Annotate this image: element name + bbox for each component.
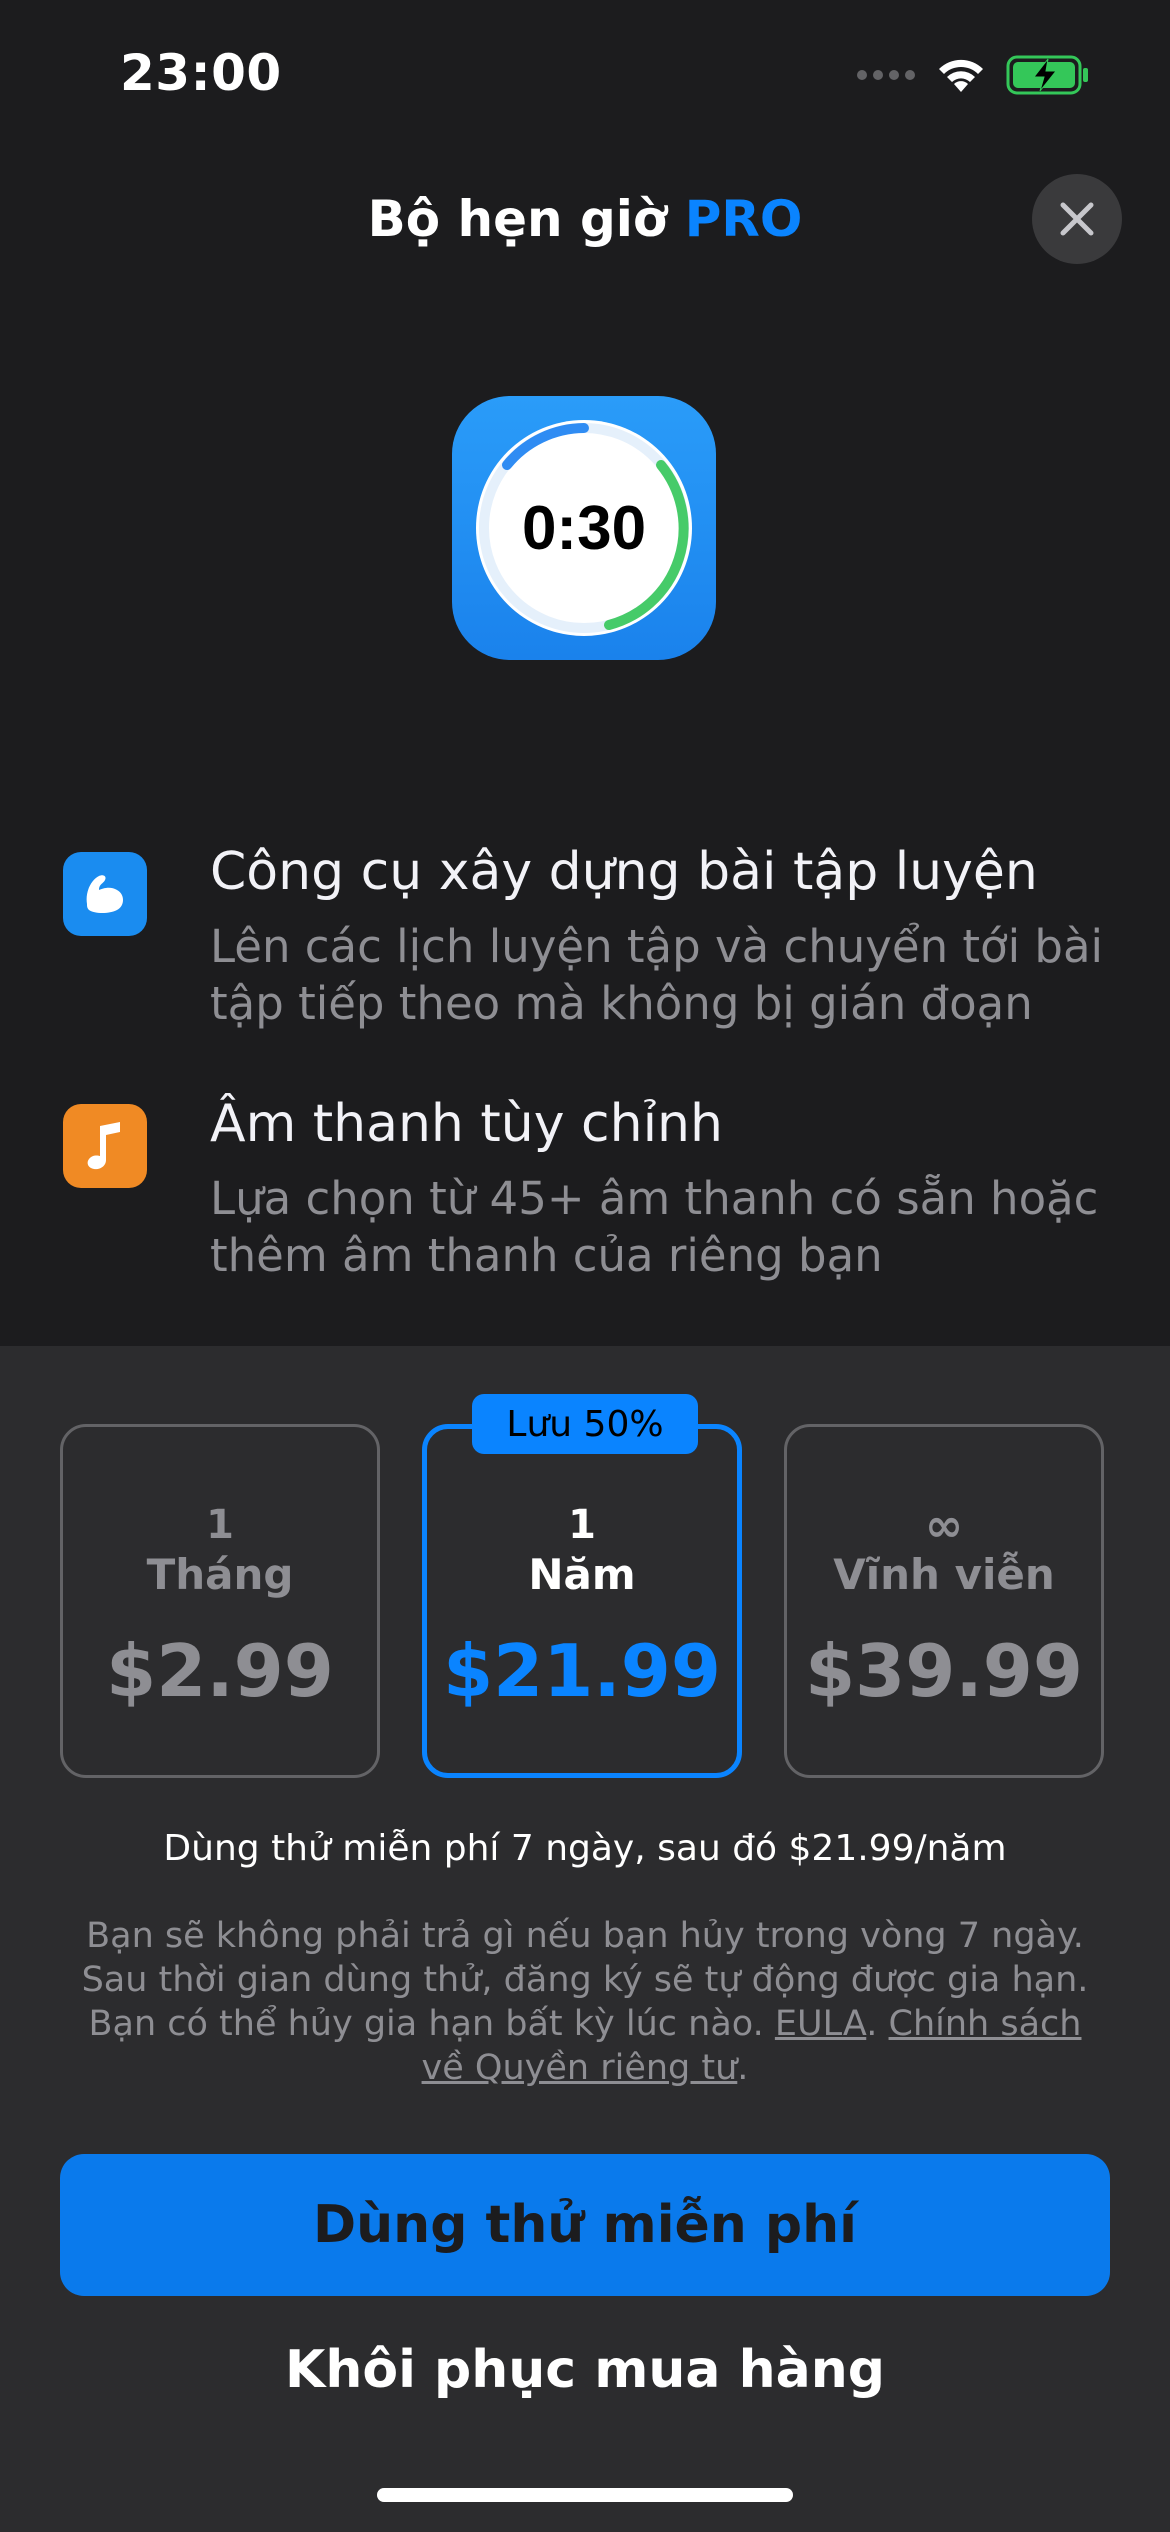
- flexed-bicep-icon: [86, 875, 123, 913]
- trial-note: Dùng thử miễn phí 7 ngày, sau đó $21.99/…: [163, 1828, 1007, 1869]
- plan-lifetime-unit: Vĩnh viễn: [833, 1550, 1055, 1599]
- legal-text: Bạn sẽ không phải trả gì nếu bạn hủy tro…: [70, 1914, 1100, 2090]
- feature-sound-icon: [63, 1104, 147, 1188]
- home-indicator[interactable]: [377, 2488, 793, 2502]
- battery-charging-icon: [1006, 55, 1088, 95]
- music-note-icon: [87, 1122, 120, 1170]
- start-free-trial-button[interactable]: Dùng thử miễn phí: [60, 2154, 1110, 2296]
- plan-monthly-qty: 1: [206, 1502, 234, 1548]
- feature-workout-title: Công cụ xây dựng bài tập luyện: [210, 842, 1038, 902]
- title-pro-label: PRO: [684, 190, 803, 248]
- status-icons: [856, 55, 1090, 95]
- plan-lifetime-qty: ∞: [924, 1498, 964, 1552]
- plan-yearly-unit: Năm: [528, 1550, 636, 1599]
- feature-workout-desc-line1: Lên các lịch luyện tập và chuyển tới bài: [210, 920, 1104, 973]
- status-time: 23:00: [120, 44, 282, 102]
- plan-lifetime[interactable]: ∞ Vĩnh viễn $39.99: [784, 1424, 1104, 1778]
- plan-monthly[interactable]: 1 Tháng $2.99: [60, 1424, 380, 1778]
- feature-workout-icon: [63, 852, 147, 936]
- feature-workout-desc-line2: tập tiếp theo mà không bị gián đoạn: [210, 977, 1033, 1030]
- wifi-icon: [939, 59, 983, 92]
- feature-sound-desc-line2: thêm âm thanh của riêng bạn: [210, 1229, 883, 1282]
- close-icon: [1060, 202, 1094, 236]
- legal-end: .: [737, 2048, 749, 2088]
- title-text: Bộ hẹn giờ: [367, 190, 668, 248]
- plan-yearly-price: $21.99: [443, 1629, 721, 1713]
- page-title: Bộ hẹn giờ PRO: [0, 190, 1170, 248]
- plan-monthly-price: $2.99: [106, 1629, 334, 1713]
- feature-workout-desc: Lên các lịch luyện tập và chuyển tới bài…: [210, 918, 1170, 1032]
- legal-separator: .: [866, 2004, 878, 2044]
- app-icon: 0:30: [452, 396, 716, 660]
- eula-link[interactable]: EULA: [775, 2004, 866, 2044]
- close-button[interactable]: [1032, 174, 1122, 264]
- restore-purchases-button[interactable]: Khôi phục mua hàng: [0, 2340, 1170, 2400]
- cellular-signal-icon: [857, 70, 915, 80]
- plan-yearly[interactable]: 1 Năm $21.99: [422, 1424, 742, 1778]
- plan-monthly-unit: Tháng: [146, 1550, 294, 1599]
- feature-sound-desc-line1: Lựa chọn từ 45+ âm thanh có sẵn hoặc: [210, 1172, 1099, 1225]
- timer-text: 0:30: [521, 493, 647, 563]
- feature-sound-title: Âm thanh tùy chỉnh: [210, 1094, 723, 1154]
- plan-yearly-qty: 1: [568, 1502, 596, 1548]
- plan-lifetime-price: $39.99: [805, 1629, 1083, 1713]
- feature-sound-desc: Lựa chọn từ 45+ âm thanh có sẵn hoặc thê…: [210, 1170, 1170, 1284]
- savings-badge: Lưu 50%: [472, 1394, 698, 1454]
